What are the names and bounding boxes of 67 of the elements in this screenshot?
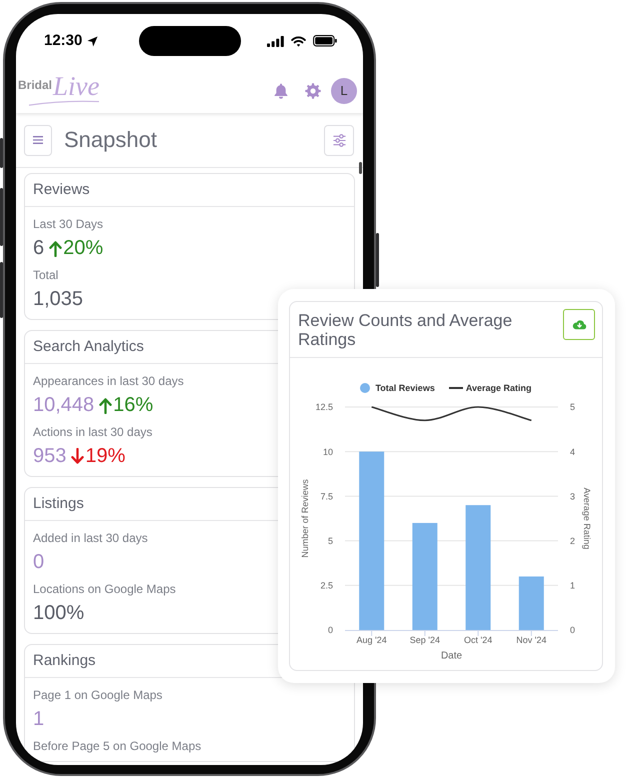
stat-value: 0 (33, 550, 44, 575)
stat-value: 1 (33, 707, 44, 732)
stat-value: 953 (33, 444, 66, 469)
stat-label: Total (33, 267, 58, 283)
logo-wordmark: Bridal (18, 78, 52, 92)
sliders-icon (332, 134, 346, 146)
card-title: Rankings (33, 652, 96, 670)
axis-tick-label: 5 (570, 402, 576, 412)
logo-flourish-icon (28, 100, 100, 106)
axis-tick-label: 2 (570, 536, 576, 546)
stat-value: 6 (33, 236, 44, 261)
axis-tick-label: 0 (570, 625, 576, 636)
bell-icon[interactable] (274, 82, 288, 98)
stat-label: Locations on Google Maps (33, 581, 176, 597)
legend-label: Total Reviews (375, 382, 435, 394)
legend-label: Average Rating (466, 382, 532, 394)
stat-value: 1,035 (33, 287, 84, 312)
location-arrow-icon (87, 36, 98, 46)
wifi-icon (291, 36, 306, 46)
card-title: Reviews (33, 181, 90, 199)
axis-category-label: Sep '24 (410, 635, 440, 646)
stat-label: Last 30 Days (33, 216, 104, 232)
chart-bar (518, 576, 544, 630)
axis-category-label: Oct '24 (464, 635, 492, 646)
axis-tick-label: 0 (328, 625, 333, 636)
axis-tick-label: 12.5 (315, 402, 333, 412)
card-title: Search Analytics (33, 338, 144, 356)
avatar-button[interactable]: L (331, 78, 357, 104)
axis-tick-label: 4 (570, 446, 576, 457)
stat-label: Added in last 30 days (33, 530, 148, 546)
menu-icon (33, 136, 43, 144)
stat-label: Actions in last 30 days (33, 424, 152, 440)
settings-icon[interactable] (305, 82, 321, 98)
stat-value: 100% (33, 601, 84, 626)
axis-tick-label: 10 (322, 446, 333, 457)
menu-button[interactable] (24, 124, 52, 156)
axis-tick-label: 5 (328, 536, 333, 546)
cloud-download-icon (572, 319, 586, 330)
card-title: Listings (33, 495, 84, 513)
axis-title: Date (440, 650, 462, 662)
signal-icon (267, 36, 284, 46)
arrow-down-icon (71, 448, 84, 464)
axis-category-label: Aug '24 (356, 635, 387, 646)
stat-label: Before Page 5 on Google Maps (33, 738, 202, 754)
arrow-up-icon (99, 396, 112, 414)
change-percent: 16% (113, 393, 154, 418)
change-percent: 20% (63, 236, 104, 261)
battery-icon (313, 35, 337, 47)
chart-card-title: Review Counts and Average Ratings (298, 311, 514, 349)
stat-label: Page 1 on Google Maps (33, 687, 162, 703)
axis-title: Average Rating (582, 488, 592, 550)
download-button[interactable] (563, 309, 595, 340)
stat-label: Appearances in last 30 days (33, 373, 184, 389)
status-time: 12:30 (44, 32, 82, 50)
axis-category-label: Nov '24 (516, 635, 546, 646)
page-title: Snapshot (64, 127, 157, 153)
axis-tick-label: 1 (570, 580, 576, 591)
stat-value: 10,448 (33, 393, 94, 418)
axis-tick-label: 2.5 (320, 580, 333, 591)
filter-button[interactable] (324, 124, 354, 156)
logo-script-text: Live (53, 73, 100, 100)
axis-tick-label: 3 (570, 491, 576, 502)
scrollbar-thumb (359, 162, 362, 174)
arrow-up-icon (49, 240, 62, 256)
axis-tick-label: 7.5 (320, 491, 333, 502)
axis-title: Number of Reviews (300, 479, 310, 558)
change-percent: 19% (85, 444, 126, 469)
